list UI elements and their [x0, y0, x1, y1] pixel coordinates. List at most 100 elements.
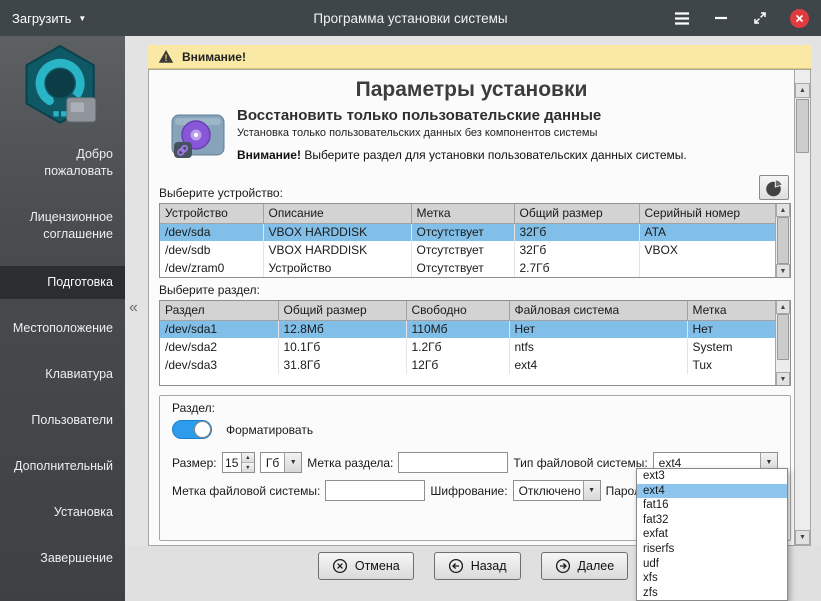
partition-row-sda2[interactable]: /dev/sda2 10.1Гб 1.2Гб ntfs System: [160, 338, 776, 356]
cell: 12Гб: [406, 356, 509, 374]
fs-label-input[interactable]: [325, 480, 425, 501]
cell: Tux: [687, 356, 776, 374]
cell: 32Гб: [514, 241, 639, 259]
main-scrollbar[interactable]: ▲ ▼: [794, 70, 810, 545]
format-toggle-label: Форматировать: [226, 423, 313, 437]
column-header[interactable]: Свободно: [406, 301, 509, 320]
cell: VBOX: [639, 241, 776, 259]
cell: /dev/sda1: [160, 320, 278, 338]
fs-option-ext4[interactable]: ext4: [637, 484, 787, 499]
titlebar: Загрузить ▼ Программа установки системы: [0, 0, 821, 36]
minimize-button[interactable]: [712, 9, 730, 27]
fs-option-udf[interactable]: udf: [637, 557, 787, 572]
size-unit-value: Гб: [261, 453, 284, 472]
cell: [639, 259, 776, 277]
scrollbar-thumb[interactable]: [777, 314, 789, 360]
minimize-icon: [714, 10, 728, 26]
partition-table-scrollbar[interactable]: ▲ ▼: [775, 301, 790, 385]
partition-label-input[interactable]: [398, 452, 508, 473]
fs-option-ext3[interactable]: ext3: [637, 469, 787, 484]
fs-option-fat16[interactable]: fat16: [637, 498, 787, 513]
partition-row-sda3[interactable]: /dev/sda3 31.8Гб 12Гб ext4 Tux: [160, 356, 776, 374]
spin-up-icon[interactable]: ▲: [242, 453, 254, 463]
sidebar-item-label: Лицензионное соглашение: [30, 210, 113, 241]
window-controls: [673, 9, 809, 28]
restore-heading: Восстановить только пользовательские дан…: [237, 107, 687, 124]
sidebar-item-welcome[interactable]: Добро пожаловать: [0, 140, 125, 186]
sidebar-item-preparation[interactable]: Подготовка: [0, 266, 125, 299]
column-header[interactable]: Серийный номер: [639, 204, 776, 223]
restore-subtitle: Установка только пользовательских данных…: [237, 127, 687, 139]
column-header[interactable]: Общий размер: [278, 301, 406, 320]
sidebar-item-license[interactable]: Лицензионное соглашение: [0, 203, 125, 249]
fs-type-dropdown-list: ext3 ext4 fat16 fat32 exfat riserfs udf …: [636, 468, 788, 601]
page-title: Параметры установки: [149, 78, 794, 102]
expand-icon: [752, 10, 768, 26]
column-header[interactable]: Файловая система: [509, 301, 687, 320]
scroll-up-icon[interactable]: ▲: [776, 204, 790, 217]
scrollbar-thumb[interactable]: [777, 217, 789, 264]
disk-usage-chart-button[interactable]: [759, 175, 789, 200]
partition-label-label: Метка раздела:: [307, 456, 393, 470]
fs-type-label: Тип файловой системы:: [513, 456, 647, 470]
partition-table: Раздел Общий размер Свободно Файловая си…: [159, 300, 791, 386]
cell: Нет: [687, 320, 776, 338]
fs-option-xfs[interactable]: xfs: [637, 571, 787, 586]
cell: ext4: [509, 356, 687, 374]
cancel-button[interactable]: Отмена: [318, 552, 414, 580]
partition-row-sda1[interactable]: /dev/sda1 12.8Мб 110Мб Нет Нет: [160, 320, 776, 338]
sidebar: Добро пожаловать Лицензионное соглашение…: [0, 36, 125, 601]
device-row-sdb[interactable]: /dev/sdb VBOX HARDDISK Отсутствует 32Гб …: [160, 241, 776, 259]
column-header[interactable]: Общий размер: [514, 204, 639, 223]
sidebar-item-location[interactable]: Местоположение: [0, 314, 125, 343]
device-row-zram0[interactable]: /dev/zram0 Устройство Отсутствует 2.7Гб: [160, 259, 776, 277]
chevron-down-icon: ▼: [284, 453, 301, 472]
spin-down-icon[interactable]: ▼: [242, 463, 254, 472]
sidebar-item-keyboard[interactable]: Клавиатура: [0, 360, 125, 389]
installer-window: Загрузить ▼ Программа установки системы: [0, 0, 821, 601]
sidebar-item-installation[interactable]: Установка: [0, 498, 125, 527]
fs-option-zfs[interactable]: zfs: [637, 586, 787, 601]
sidebar-item-finish[interactable]: Завершение: [0, 544, 125, 573]
load-menu-button[interactable]: Загрузить ▼: [12, 11, 86, 26]
warning-icon: !: [158, 49, 174, 64]
column-header[interactable]: Описание: [263, 204, 411, 223]
column-header[interactable]: Раздел: [160, 301, 278, 320]
next-button[interactable]: Далее: [541, 552, 629, 580]
encryption-select[interactable]: Отключено ▼: [513, 480, 601, 501]
partition-table-header: Раздел Общий размер Свободно Файловая си…: [160, 301, 776, 320]
size-unit-select[interactable]: Гб ▼: [260, 452, 302, 473]
next-icon: [555, 558, 571, 574]
scroll-down-icon[interactable]: ▼: [776, 372, 790, 385]
cell: 2.7Гб: [514, 259, 639, 277]
device-row-sda[interactable]: /dev/sda VBOX HARDDISK Отсутствует 32Гб …: [160, 223, 776, 241]
restore-warning: Внимание! Выберите раздел для установки …: [237, 148, 687, 162]
close-button[interactable]: [790, 9, 809, 28]
scrollbar-thumb[interactable]: [796, 99, 809, 153]
fs-option-fat32[interactable]: fat32: [637, 513, 787, 528]
column-header[interactable]: Метка: [687, 301, 776, 320]
size-label: Размер:: [172, 456, 217, 470]
scroll-down-icon[interactable]: ▼: [776, 264, 790, 277]
column-header[interactable]: Устройство: [160, 204, 263, 223]
cell: System: [687, 338, 776, 356]
device-table-scrollbar[interactable]: ▲ ▼: [775, 204, 790, 277]
warning-banner: ! Внимание!: [148, 45, 812, 69]
menu-button[interactable]: [673, 9, 691, 27]
scroll-down-icon[interactable]: ▼: [795, 530, 810, 545]
sidebar-collapse-button[interactable]: «: [129, 299, 138, 317]
fullscreen-button[interactable]: [751, 9, 769, 27]
cell: 1.2Гб: [406, 338, 509, 356]
sidebar-item-users[interactable]: Пользователи: [0, 406, 125, 435]
format-toggle[interactable]: [172, 420, 212, 439]
sidebar-item-additional[interactable]: Дополнительный: [0, 452, 125, 481]
scroll-up-icon[interactable]: ▲: [776, 301, 790, 314]
sidebar-item-label: Клавиатура: [45, 367, 113, 381]
fs-option-riserfs[interactable]: riserfs: [637, 542, 787, 557]
column-header[interactable]: Метка: [411, 204, 514, 223]
fs-option-exfat[interactable]: exfat: [637, 527, 787, 542]
back-button[interactable]: Назад: [434, 552, 521, 580]
scroll-up-icon[interactable]: ▲: [795, 83, 810, 98]
size-spinner[interactable]: 15 ▲ ▼: [222, 452, 255, 473]
device-select-label: Выберите устройство:: [159, 186, 283, 200]
